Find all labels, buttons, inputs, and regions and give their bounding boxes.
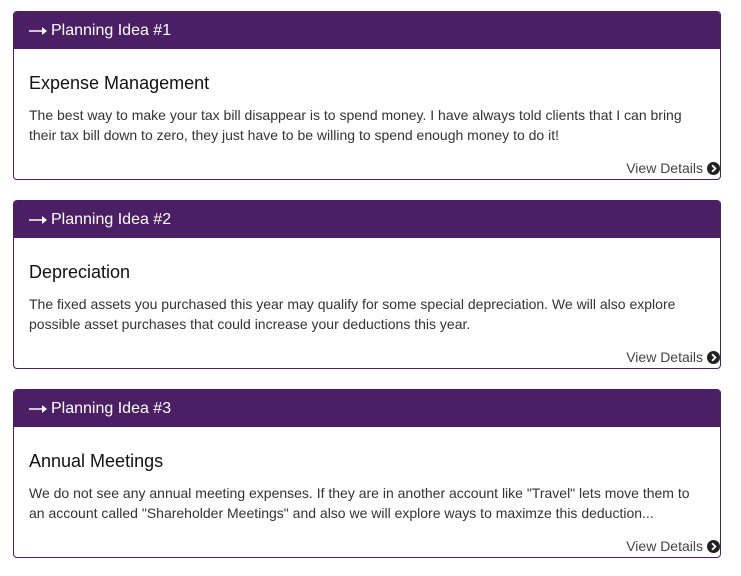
panel-body: Depreciation The fixed assets you purcha… xyxy=(14,238,720,368)
panel-header-label: Planning Idea #1 xyxy=(51,22,172,39)
panel-header: Planning Idea #1 xyxy=(14,12,720,49)
panel-header-label: Planning Idea #2 xyxy=(51,211,172,228)
idea-description: The best way to make your tax bill disap… xyxy=(29,107,682,143)
chevron-circle-right-icon xyxy=(707,161,720,175)
long-arrow-right-icon xyxy=(29,404,47,414)
idea-title: Expense Management xyxy=(29,73,210,93)
panel-body: Annual Meetings We do not see any annual… xyxy=(14,427,720,557)
panel-body: Expense Management The best way to make … xyxy=(14,49,720,179)
panel-header: Planning Idea #2 xyxy=(14,201,720,238)
view-details-label: View Details xyxy=(626,538,703,554)
idea-description: The fixed assets you purchased this year… xyxy=(29,296,676,332)
view-details-label: View Details xyxy=(626,160,703,176)
planning-idea-panel-1: Planning Idea #1 Expense Management The … xyxy=(13,11,721,180)
panel-header-label: Planning Idea #3 xyxy=(51,400,172,417)
view-details-link[interactable]: View Details xyxy=(626,349,720,365)
planning-idea-panel-2: Planning Idea #2 Depreciation The fixed … xyxy=(13,200,721,369)
chevron-circle-right-icon xyxy=(707,350,720,364)
idea-description: We do not see any annual meeting expense… xyxy=(29,485,690,521)
view-details-link[interactable]: View Details xyxy=(626,160,720,176)
idea-title: Annual Meetings xyxy=(29,451,164,471)
planning-idea-panel-3: Planning Idea #3 Annual Meetings We do n… xyxy=(13,389,721,558)
chevron-circle-right-icon xyxy=(707,539,720,553)
long-arrow-right-icon xyxy=(29,26,47,36)
panel-header: Planning Idea #3 xyxy=(14,390,720,427)
long-arrow-right-icon xyxy=(29,215,47,225)
idea-title: Depreciation xyxy=(29,262,131,282)
view-details-label: View Details xyxy=(626,349,703,365)
view-details-link[interactable]: View Details xyxy=(626,538,720,554)
